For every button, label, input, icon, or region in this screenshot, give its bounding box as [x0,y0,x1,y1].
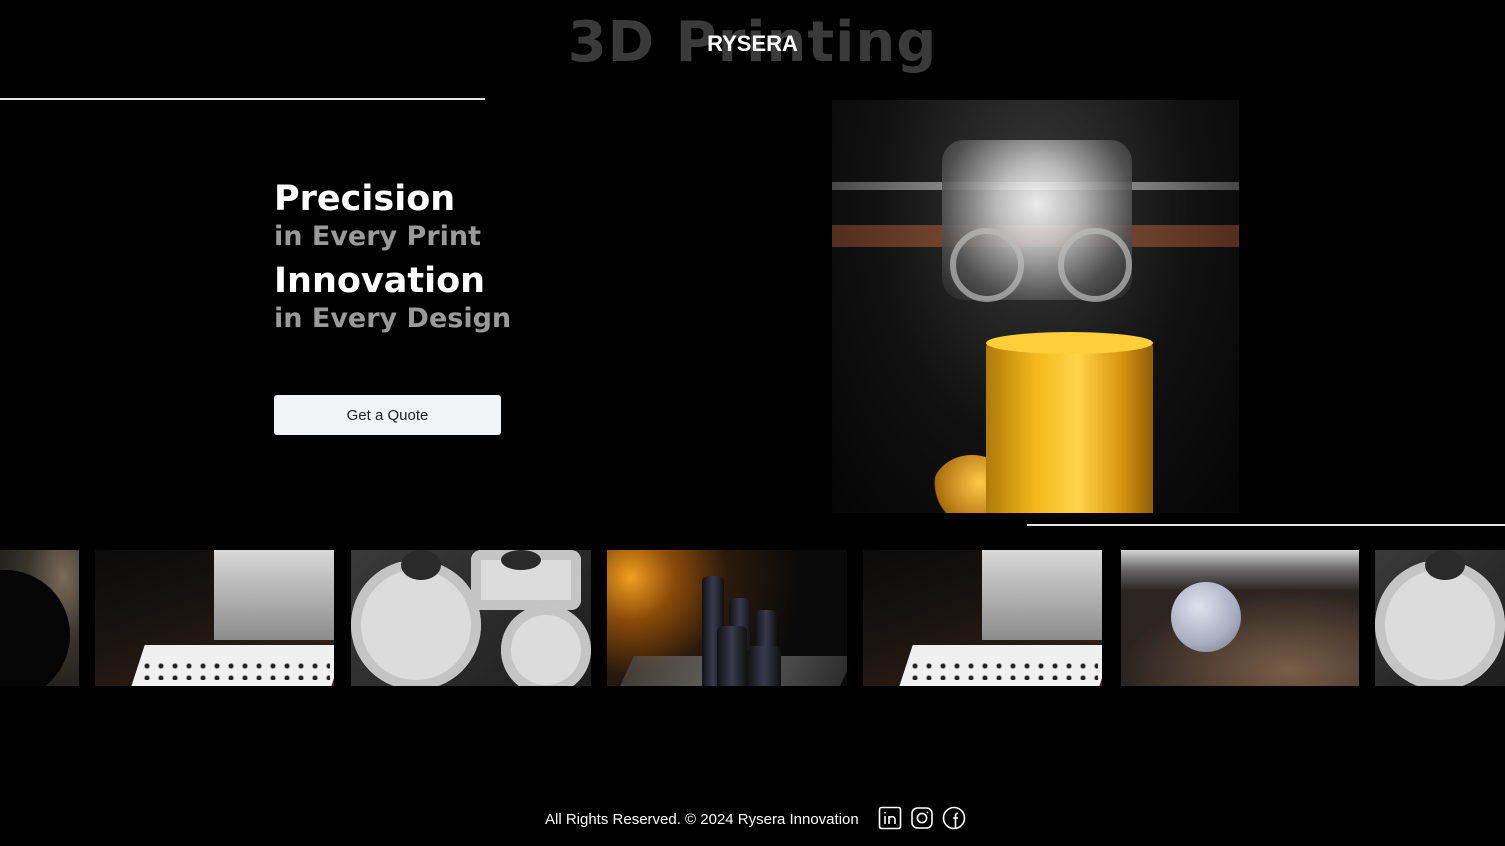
divider-top [0,98,485,100]
tagline-every-design: in Every Design [274,303,512,334]
page: 3D Printing RYSERA Precision in Every Pr… [0,0,1505,846]
tagline-precision: Precision [274,179,456,219]
instagram-icon[interactable] [910,806,934,830]
get-a-quote-button[interactable]: Get a Quote [274,395,501,435]
tagline-innovation: Innovation [274,261,486,301]
tagline-every-print: in Every Print [274,221,482,252]
gallery-strip [0,550,1505,686]
gallery-image[interactable] [1121,550,1359,686]
hero-tagline: Precision in Every Print Innovation in E… [274,178,511,342]
gallery-image[interactable] [95,550,334,686]
gallery-image[interactable] [607,550,847,686]
gallery-image[interactable] [351,550,591,686]
brand-logo[interactable]: RYSERA [0,30,1505,58]
footer: All Rights Reserved. © 2024 Rysera Innov… [0,804,1505,834]
hero-printer-image [832,100,1239,513]
gallery-image[interactable] [1375,550,1505,686]
linkedin-icon[interactable] [878,806,902,830]
copyright-text: All Rights Reserved. © 2024 Rysera Innov… [545,811,859,828]
facebook-icon[interactable] [942,806,966,830]
gallery-image[interactable] [0,550,79,686]
gallery-image[interactable] [863,550,1102,686]
divider-bottom [1027,524,1505,526]
